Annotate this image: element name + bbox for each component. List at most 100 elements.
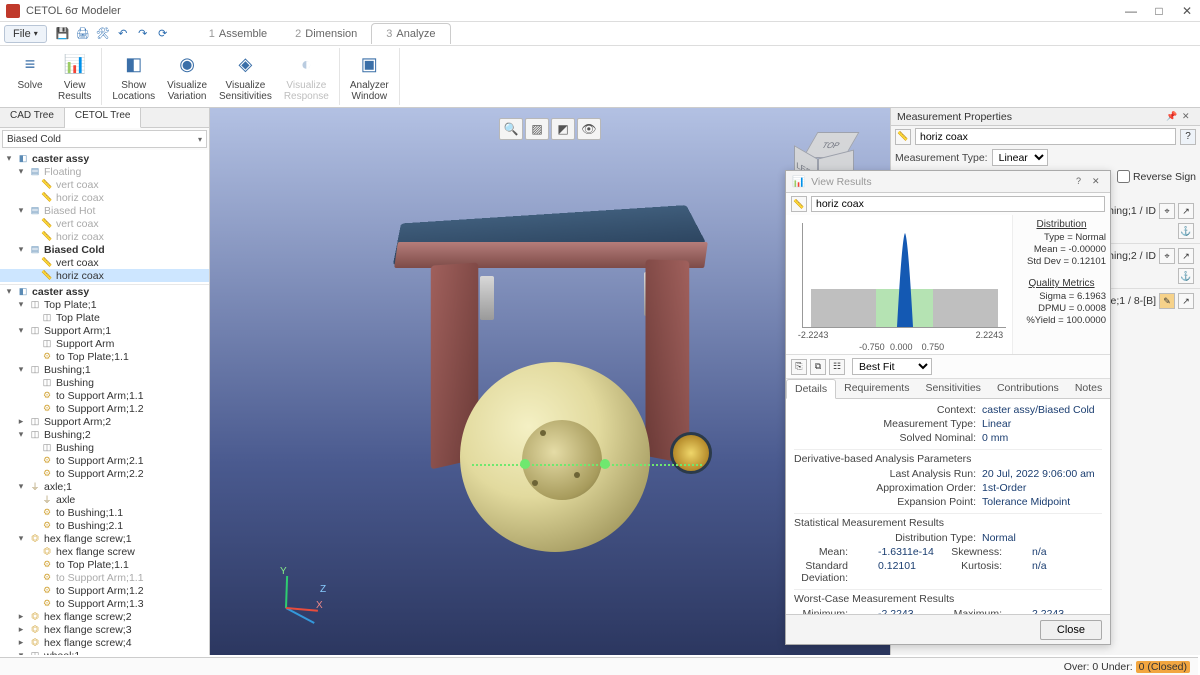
tree-item[interactable]: ⚙to Support Arm;1.3 (0, 597, 209, 610)
tree-item[interactable]: 📏vert coax (0, 256, 209, 269)
reverse-sign-checkbox[interactable]: Reverse Sign (1117, 170, 1196, 183)
print-icon[interactable]: 🖨 (75, 26, 91, 42)
pin-icon[interactable]: 📌 (1166, 111, 1178, 123)
step-tab-assemble[interactable]: 1 Assemble (195, 23, 281, 44)
tree-item[interactable]: 📏vert coax (0, 178, 209, 191)
tree-item[interactable]: 📏horiz coax (0, 269, 209, 282)
tab-sensitivities[interactable]: Sensitivities (917, 379, 988, 398)
tab-contributions[interactable]: Contributions (989, 379, 1067, 398)
ribbon-visualize-variation[interactable]: ◉VisualizeVariation (161, 48, 213, 105)
tree-item[interactable]: ⚙to Support Arm;2.1 (0, 454, 209, 467)
tree-item[interactable]: ▾◫wheel;1 (0, 649, 209, 655)
tree-item[interactable]: ⚙to Top Plate;1.1 (0, 558, 209, 571)
visibility-icon[interactable]: 👁 (577, 118, 601, 140)
ribbon-visualize-response: ◐VisualizeResponse (278, 48, 335, 105)
iso-view-icon[interactable]: ◩ (551, 118, 575, 140)
tree-item[interactable]: ▸◫Support Arm;2 (0, 415, 209, 428)
ribbon-solve[interactable]: ≡Solve (8, 48, 52, 105)
minimize-button[interactable]: — (1124, 4, 1138, 18)
undo-icon[interactable]: ↶ (115, 26, 131, 42)
tree-item[interactable]: ⏣hex flange screw (0, 545, 209, 558)
anchor-icon[interactable]: ⚓ (1178, 268, 1194, 284)
refresh-icon[interactable]: ⟳ (155, 26, 171, 42)
panel-close-icon[interactable]: ✕ (1182, 111, 1194, 123)
tree-item[interactable]: 📏horiz coax (0, 230, 209, 243)
tab-notes[interactable]: Notes (1067, 379, 1110, 398)
tree-body[interactable]: ▾◧caster assy▾▤Floating📏vert coax📏horiz … (0, 150, 209, 655)
ribbon-view-results[interactable]: 📊ViewResults (52, 48, 97, 105)
tree-item[interactable]: 📏vert coax (0, 217, 209, 230)
tree-item[interactable]: ▾▤Biased Hot (0, 204, 209, 217)
tree-item[interactable]: ▾◫Bushing;1 (0, 363, 209, 376)
tree-item[interactable]: ◫Bushing (0, 441, 209, 454)
tab-details[interactable]: Details (786, 379, 836, 399)
zoom-icon[interactable]: 🔍 (499, 118, 523, 140)
action-icon[interactable]: ↗ (1178, 293, 1194, 309)
tree-item[interactable]: ▸⏣hex flange screw;4 (0, 636, 209, 649)
tab-cad-tree[interactable]: CAD Tree (0, 108, 65, 127)
results-close-icon[interactable]: ✕ (1092, 176, 1104, 188)
config-dropdown[interactable]: Biased Cold (2, 130, 207, 148)
tree-item[interactable]: ⚙to Support Arm;1.1 (0, 571, 209, 584)
tree-item[interactable]: ◫Support Arm (0, 337, 209, 350)
locate-icon[interactable]: ⌖ (1159, 248, 1175, 264)
view-icon: 📊 (61, 50, 89, 78)
tree-item[interactable]: ▾◫Support Arm;1 (0, 324, 209, 337)
view-results-window[interactable]: 📊 View Results ? ✕ 📏 -2.2243 2.2243 (785, 170, 1111, 645)
tree-item[interactable]: ▾◫Bushing;2 (0, 428, 209, 441)
results-help-icon[interactable]: ? (1076, 176, 1088, 188)
results-titlebar[interactable]: 📊 View Results ? ✕ (786, 171, 1110, 193)
ribbon-visualize-sensitivities[interactable]: ◈VisualizeSensitivities (213, 48, 278, 105)
tab-cetol-tree[interactable]: CETOL Tree (65, 108, 142, 128)
tree-item[interactable]: ▸⏣hex flange screw;2 (0, 610, 209, 623)
tree-item[interactable]: ▾◫Top Plate;1 (0, 298, 209, 311)
file-menu[interactable]: File (4, 25, 47, 43)
close-button[interactable]: ✕ (1180, 4, 1194, 18)
tree-item[interactable]: ◫Top Plate (0, 311, 209, 324)
tree-item[interactable]: ▾⏣hex flange screw;1 (0, 532, 209, 545)
tree-item[interactable]: ⚙to Support Arm;1.2 (0, 402, 209, 415)
tree-item[interactable]: ⚙to Bushing;2.1 (0, 519, 209, 532)
fit-select[interactable]: Best Fit (852, 358, 932, 375)
step-tab-dimension[interactable]: 2 Dimension (281, 23, 371, 44)
tree-item[interactable]: ⚙to Support Arm;1.2 (0, 584, 209, 597)
locate-icon[interactable]: ⌖ (1159, 203, 1175, 219)
measurement-icon: 📏 (895, 129, 911, 145)
tree-item[interactable]: ⚙to Support Arm;1.1 (0, 389, 209, 402)
tree-item[interactable]: ▾◧caster assy (0, 152, 209, 165)
tree-item[interactable]: ▸⏣hex flange screw;3 (0, 623, 209, 636)
action-icon[interactable]: ↗ (1178, 248, 1194, 264)
action-icon[interactable]: ↗ (1178, 203, 1194, 219)
edit-icon[interactable]: ✎ (1159, 293, 1175, 309)
ribbon-analyzer-window[interactable]: ▣AnalyzerWindow (344, 48, 395, 105)
tree-item[interactable]: ◫Bushing (0, 376, 209, 389)
tree-item[interactable]: ▾▤Biased Cold (0, 243, 209, 256)
tab-requirements[interactable]: Requirements (836, 379, 917, 398)
tree-item[interactable]: ▾▤Floating (0, 165, 209, 178)
redo-icon[interactable]: ↷ (135, 26, 151, 42)
tree-item[interactable]: ▾◧caster assy (0, 285, 209, 298)
results-name-input[interactable] (811, 196, 1105, 212)
anchor-icon[interactable]: ⚓ (1178, 223, 1194, 239)
copy-icon[interactable]: ⧉ (810, 359, 826, 375)
export-icon[interactable]: ⎘ (791, 359, 807, 375)
visualize-icon: ◉ (173, 50, 201, 78)
tool-icon[interactable]: 🛠 (95, 26, 111, 42)
tree-item[interactable]: ▾⏚axle;1 (0, 480, 209, 493)
chart-opts-icon[interactable]: ☷ (829, 359, 845, 375)
ribbon-show-locations[interactable]: ◧ShowLocations (106, 48, 161, 105)
step-tab-analyze[interactable]: 3 Analyze (371, 23, 450, 44)
tree-item[interactable]: ⚙to Support Arm;2.2 (0, 467, 209, 480)
save-icon[interactable]: 💾 (55, 26, 71, 42)
tree-item[interactable]: ⚙to Top Plate;1.1 (0, 350, 209, 363)
tree-item[interactable]: ⏚axle (0, 493, 209, 506)
type-select[interactable]: Linear (992, 149, 1048, 166)
tree-item[interactable]: ⚙to Bushing;1.1 (0, 506, 209, 519)
maximize-button[interactable]: □ (1152, 4, 1166, 18)
close-button[interactable]: Close (1040, 620, 1102, 640)
help-icon[interactable]: ? (1180, 129, 1196, 145)
measurement-name-input[interactable] (915, 128, 1176, 145)
title-bar: CETOL 6σ Modeler — □ ✕ (0, 0, 1200, 22)
tree-item[interactable]: 📏horiz coax (0, 191, 209, 204)
home-view-icon[interactable]: ▨ (525, 118, 549, 140)
